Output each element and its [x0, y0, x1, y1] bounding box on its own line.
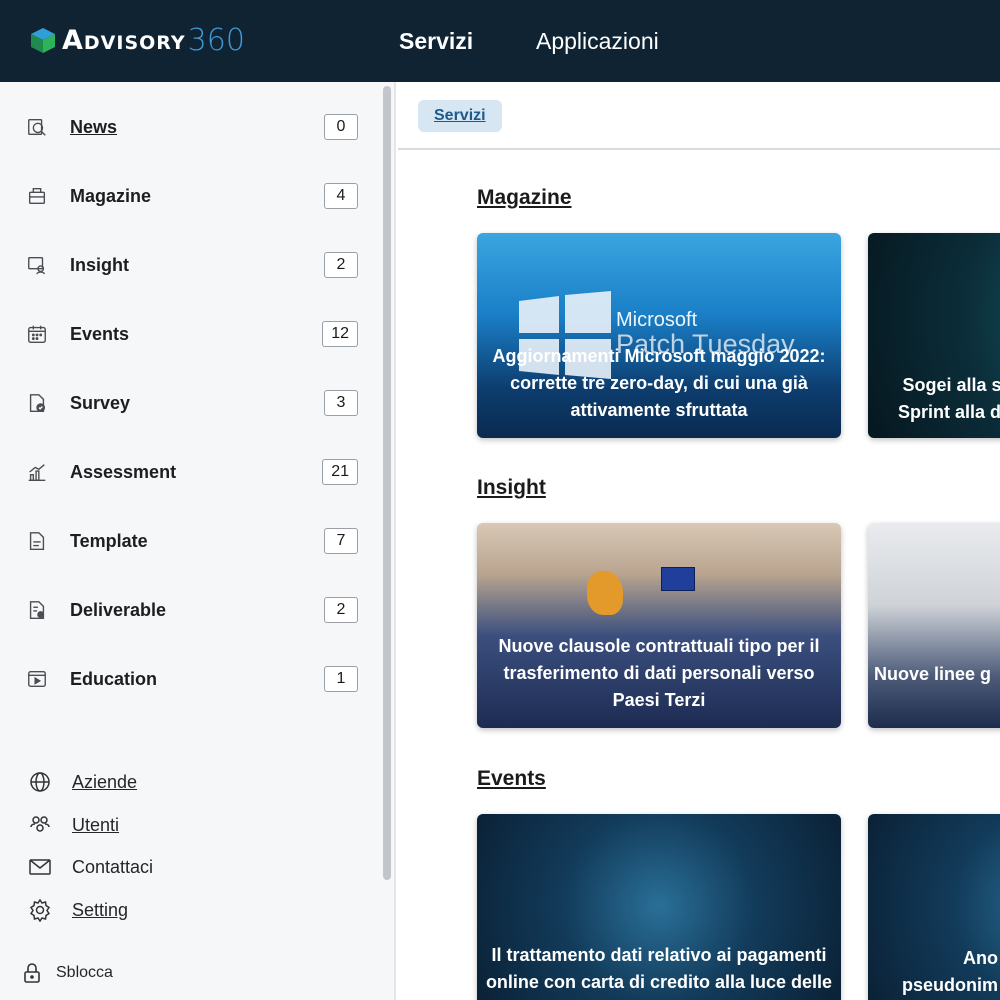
sidebar-item-survey[interactable]: Survey 3	[0, 381, 380, 425]
survey-icon	[25, 391, 49, 415]
unlock-button[interactable]: Sblocca	[0, 955, 380, 991]
sidebar-item-label: News	[70, 116, 118, 137]
cube-logo-icon	[31, 28, 55, 53]
news-search-icon	[25, 115, 49, 139]
count-badge: 4	[324, 183, 358, 209]
card-title: Ano pseudonim	[901, 948, 998, 995]
count-badge: 12	[322, 321, 358, 347]
count-badge: 2	[324, 252, 358, 278]
link-label: Contattaci	[72, 856, 154, 877]
unlock-label: Sblocca	[56, 964, 113, 981]
sidebar-item-label: Events	[70, 323, 130, 344]
sidebar-item-label: Magazine	[70, 185, 152, 206]
users-icon	[30, 816, 50, 832]
card-title: Nuove linee g	[874, 664, 992, 684]
sidebar-item-education[interactable]: Education 1	[0, 657, 380, 701]
link-label: Utenti	[72, 814, 120, 835]
card-title: Sogei alla s Sprint alla di	[897, 375, 1000, 422]
magazine-card[interactable]: Sogei alla s Sprint alla di	[868, 233, 1000, 438]
video-icon	[25, 667, 49, 691]
event-card[interactable]: Il trattamento dati relativo ai pagament…	[477, 814, 841, 1000]
tab-servizi[interactable]: Servizi	[399, 28, 473, 55]
logo-number: 360	[187, 22, 245, 58]
magazine-icon	[25, 184, 49, 208]
document-icon	[25, 529, 49, 553]
sidebar-item-deliverable[interactable]: Deliverable 2	[0, 588, 380, 632]
link-contattaci[interactable]: Contattaci	[0, 851, 380, 883]
card-title: Aggiornamenti Microsoft maggio 2022: cor…	[492, 346, 826, 420]
sidebar-item-insight[interactable]: Insight 2	[0, 243, 380, 287]
insight-card[interactable]: Nuove clausole contrattuali tipo per il …	[477, 523, 841, 728]
main-content: Servizi Magazine Microsoft Patch Tuesday…	[398, 82, 1000, 1000]
eu-flag	[661, 567, 695, 591]
sidebar-item-label: Survey	[70, 392, 131, 413]
section-title-magazine[interactable]: Magazine	[477, 186, 572, 210]
sidebar-item-magazine[interactable]: Magazine 4	[0, 174, 380, 218]
link-utenti[interactable]: Utenti	[0, 809, 380, 841]
card-title: Il trattamento dati relativo ai pagament…	[485, 945, 833, 1000]
sidebar-item-label: Deliverable	[70, 599, 167, 620]
sidebar-item-label: Assessment	[70, 461, 177, 482]
link-label: Setting	[72, 899, 129, 920]
globe-icon	[30, 772, 50, 792]
sidebar-item-template[interactable]: Template 7	[0, 519, 380, 563]
insight-icon	[25, 253, 49, 277]
advisory360-logo[interactable]: Advisory 360	[28, 20, 245, 60]
sidebar-item-label: Education	[70, 668, 158, 689]
breadcrumb-servizi[interactable]: Servizi	[418, 100, 502, 132]
count-badge: 21	[322, 459, 358, 485]
calendar-icon	[25, 322, 49, 346]
breadcrumb: Servizi	[398, 82, 1000, 150]
lock-icon	[24, 963, 40, 983]
mail-icon	[29, 859, 51, 875]
link-setting[interactable]: Setting	[0, 894, 380, 926]
event-card[interactable]: Ano pseudonim	[868, 814, 1000, 1000]
card-title: Nuove clausole contrattuali tipo per il …	[498, 636, 820, 710]
insight-card[interactable]: Nuove linee g	[868, 523, 1000, 728]
sidebar-item-label: Insight	[70, 254, 129, 275]
sidebar-item-news[interactable]: News 0	[0, 105, 380, 149]
gear-icon	[29, 898, 51, 922]
count-badge: 3	[324, 390, 358, 416]
uk-map-shape	[587, 571, 623, 615]
top-navigation-bar: Advisory 360 Servizi Applicazioni	[0, 0, 1000, 82]
count-badge: 1	[324, 666, 358, 692]
count-badge: 0	[324, 114, 358, 140]
deliverable-icon	[25, 598, 49, 622]
sidebar-item-assessment[interactable]: Assessment 21	[0, 450, 380, 494]
sidebar-item-events[interactable]: Events 12	[0, 312, 380, 356]
magazine-card[interactable]: Microsoft Patch Tuesday Aggiornamenti Mi…	[477, 233, 841, 438]
link-label: Aziende	[72, 771, 138, 792]
section-title-insight[interactable]: Insight	[477, 476, 546, 500]
count-badge: 7	[324, 528, 358, 554]
link-aziende[interactable]: Aziende	[0, 766, 380, 798]
chart-icon	[25, 460, 49, 484]
count-badge: 2	[324, 597, 358, 623]
section-title-events[interactable]: Events	[477, 767, 546, 791]
sidebar-scrollbar[interactable]	[383, 86, 391, 880]
tab-applicazioni[interactable]: Applicazioni	[536, 28, 659, 55]
sidebar-item-label: Template	[70, 530, 148, 551]
logo-word: Advisory	[62, 24, 186, 56]
